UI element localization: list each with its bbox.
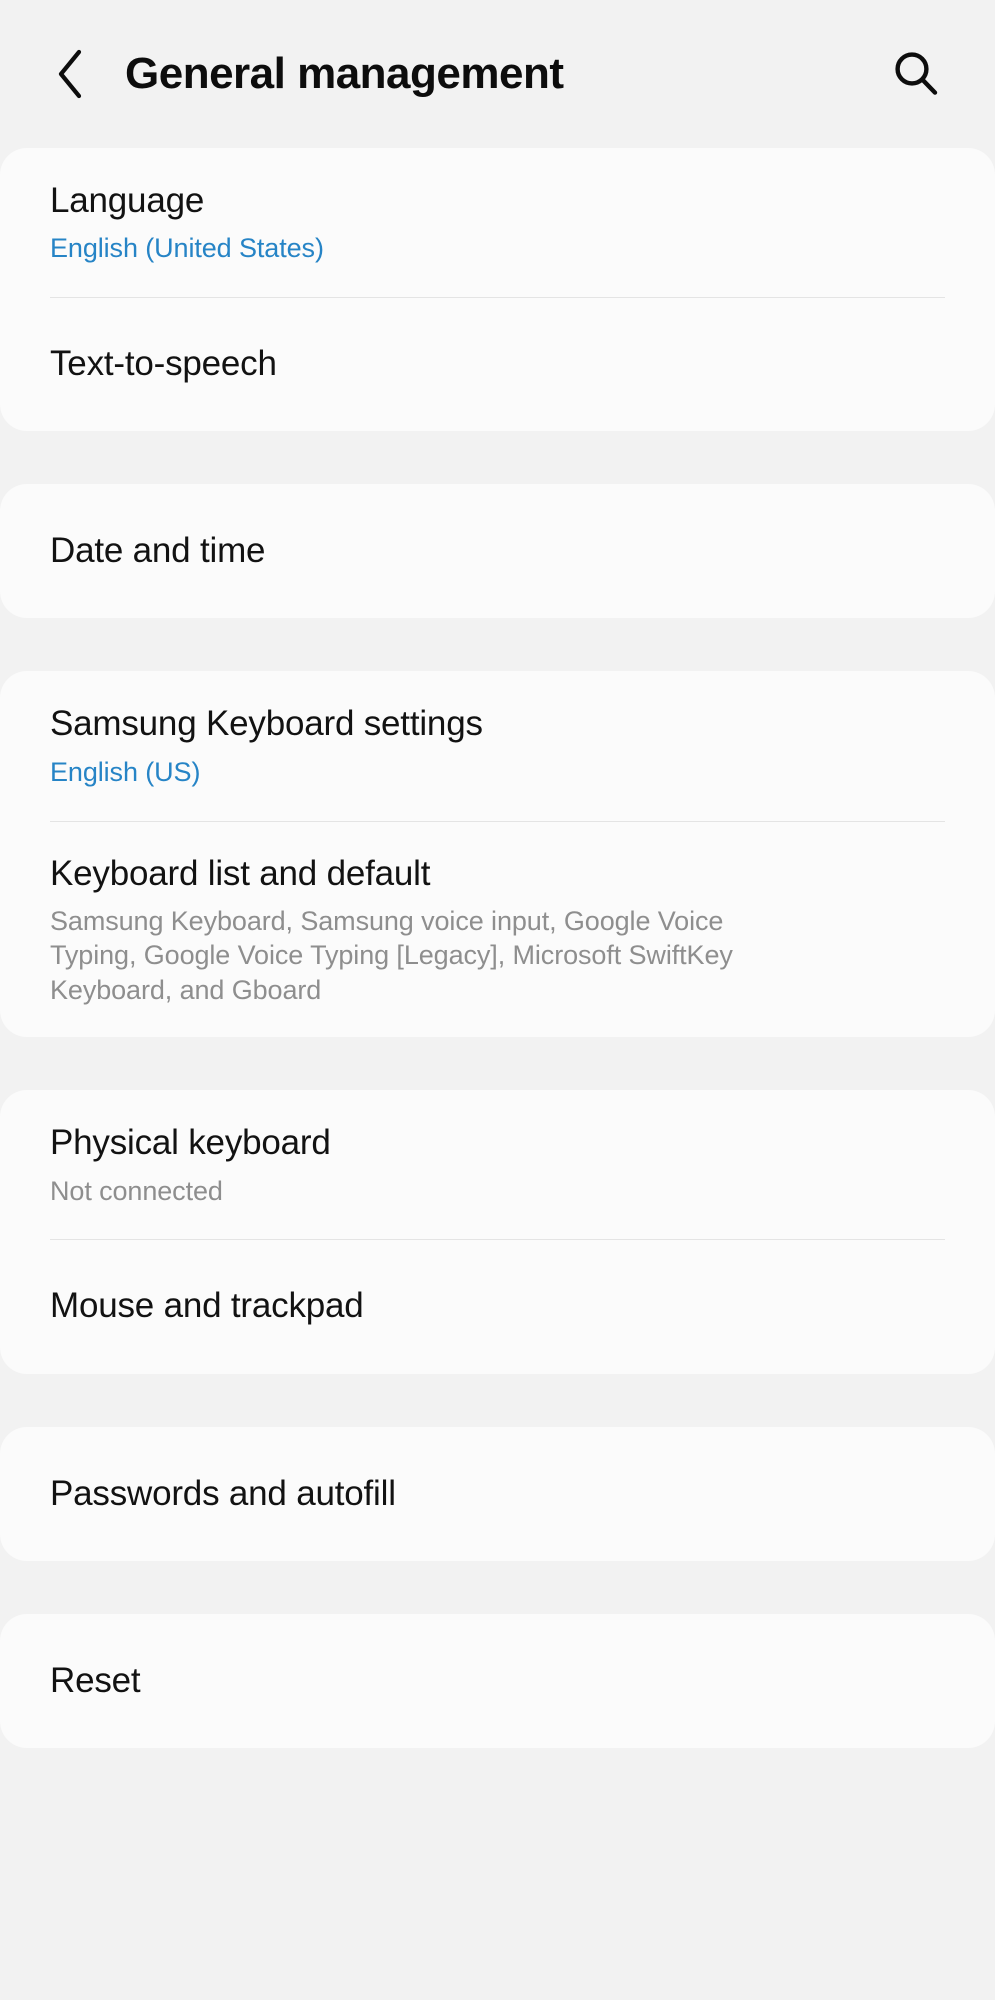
list-item-language[interactable]: Language English (United States): [0, 148, 995, 297]
list-item-title: Passwords and autofill: [50, 1473, 396, 1513]
section-keyboard: Samsung Keyboard settings English (US) K…: [0, 671, 995, 1038]
list-item-subtitle: English (United States): [50, 233, 324, 264]
chevron-left-icon: [51, 46, 91, 102]
list-item-samsung-keyboard-settings[interactable]: Samsung Keyboard settings English (US): [0, 671, 995, 820]
list-item-title: Reset: [50, 1660, 141, 1700]
list-item-date-and-time[interactable]: Date and time: [0, 484, 995, 618]
list-item-text-to-speech[interactable]: Text-to-speech: [0, 297, 995, 431]
list-item-subtitle: Not connected: [50, 1175, 223, 1206]
list-item-subtitle: Samsung Keyboard, Samsung voice input, G…: [50, 905, 733, 1005]
list-item-title: Mouse and trackpad: [50, 1286, 364, 1326]
list-item-title: Text-to-speech: [50, 344, 277, 384]
section-reset: Reset: [0, 1613, 995, 1749]
section-language: Language English (United States) Text-to…: [0, 148, 995, 432]
list-item-passwords-and-autofill[interactable]: Passwords and autofill: [0, 1427, 995, 1561]
settings-list: Language English (United States) Text-to…: [0, 148, 995, 1749]
list-item-title: Language: [50, 181, 205, 220]
search-icon: [888, 46, 944, 102]
search-button[interactable]: [883, 41, 949, 107]
list-item-title: Physical keyboard: [50, 1123, 331, 1163]
list-item-title: Date and time: [50, 531, 266, 571]
list-item-keyboard-list-and-default[interactable]: Keyboard list and default Samsung Keyboa…: [0, 820, 995, 1038]
section-input-devices: Physical keyboard Not connected Mouse an…: [0, 1090, 995, 1374]
settings-screen: General management Language English (Uni…: [0, 0, 995, 2000]
list-item-reset[interactable]: Reset: [0, 1614, 995, 1748]
list-item-title: Samsung Keyboard settings: [50, 704, 483, 744]
back-button[interactable]: [40, 43, 102, 105]
list-item-mouse-and-trackpad[interactable]: Mouse and trackpad: [0, 1239, 995, 1373]
page-title: General management: [125, 48, 564, 98]
section-passwords: Passwords and autofill: [0, 1426, 995, 1561]
list-item-physical-keyboard[interactable]: Physical keyboard Not connected: [0, 1090, 995, 1239]
app-bar: General management: [0, 0, 995, 148]
section-date: Date and time: [0, 484, 995, 619]
list-item-title: Keyboard list and default: [50, 853, 431, 893]
list-item-subtitle: English (US): [50, 756, 201, 787]
